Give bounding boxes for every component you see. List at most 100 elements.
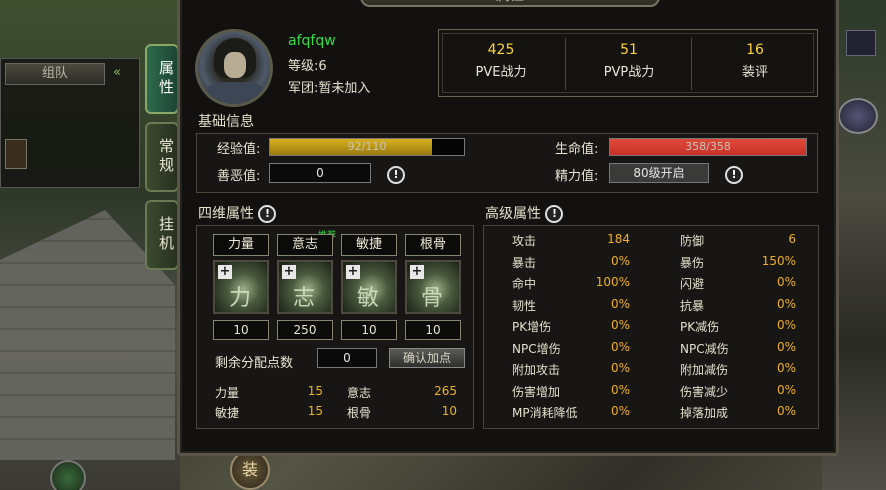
adv-stat-label: 伤害减少	[680, 384, 729, 399]
adv-stat-value: 0%	[610, 296, 630, 311]
avatar[interactable]	[195, 29, 273, 107]
hp-label: 生命值:	[555, 142, 599, 157]
adv-stat-value: 0%	[776, 296, 796, 311]
hp-bar: 358/358	[609, 138, 807, 156]
adv-stat-label: 闪避	[680, 277, 705, 291]
agility-glyph: 敏	[357, 286, 380, 311]
total-will-value: 265	[434, 384, 457, 398]
team-slot-icon[interactable]	[5, 139, 27, 169]
attr-header-strength: 力量	[213, 234, 269, 256]
will-icon[interactable]: + 志	[277, 260, 333, 314]
total-constitution-label: 根骨	[347, 406, 372, 420]
tab-autobattle[interactable]: 挂机	[145, 200, 179, 270]
adv-stat-value: 0%	[776, 318, 796, 332]
total-constitution-value: 10	[441, 404, 457, 418]
remaining-points-input[interactable]: 0	[317, 348, 377, 368]
player-guild: 军团:暂未加入	[288, 81, 371, 96]
info-icon-glyph: !	[725, 165, 743, 184]
adv-stat-label: PK增伤	[512, 320, 552, 334]
adv-stat-label: 攻击	[512, 234, 537, 248]
agility-icon[interactable]: + 敏	[341, 260, 397, 314]
team-panel: 组队 «	[0, 58, 140, 188]
info-icon-glyph: !	[387, 165, 405, 184]
constitution-icon[interactable]: + 骨	[405, 260, 461, 314]
total-will-label: 意志	[347, 386, 372, 400]
total-agility-value: 15	[307, 404, 323, 418]
pvp-power-value: 51	[620, 42, 638, 58]
adv-stat-value: 100%	[595, 275, 630, 289]
pve-power: 425 PVE战力	[439, 42, 563, 80]
exp-label: 经验值:	[217, 142, 261, 157]
adv-stat-value: 0%	[610, 339, 630, 354]
four-attrs-box: 推荐 力量 意志 敏捷 根骨 + 力 + 志 + 敏 + 骨 10 250	[196, 225, 474, 429]
add-point-icon[interactable]: +	[282, 265, 296, 279]
adv-stat-value: 0%	[610, 382, 630, 397]
adv-stat-value: 184	[607, 232, 630, 246]
strength-value: 10	[213, 320, 269, 340]
total-strength-value: 15	[307, 384, 323, 398]
adv-stat-value: 0%	[776, 382, 796, 397]
advanced-attrs-title: 高级属性 !	[485, 203, 564, 223]
advanced-attrs-title-text: 高级属性	[485, 206, 541, 222]
exp-bar: 92/110	[269, 138, 465, 156]
adv-stat-label: 抗暴	[680, 298, 705, 313]
avatar-body	[206, 82, 264, 104]
power-summary: 425 PVE战力 51 PVP战力 16 装评	[438, 29, 818, 97]
exp-bar-text: 92/110	[347, 140, 387, 153]
pve-power-value: 425	[487, 42, 515, 58]
avatar-face	[224, 52, 246, 78]
right-hud-button[interactable]	[838, 98, 878, 134]
player-header: afqfqw 等级:6 军团:暂未加入 425 PVE战力 51 PVP战力 1…	[180, 3, 836, 107]
add-point-icon[interactable]: +	[346, 265, 360, 279]
adv-stat-label: 命中	[512, 277, 537, 291]
adv-stat-value: 150%	[761, 253, 796, 268]
add-point-icon[interactable]: +	[410, 265, 424, 279]
minimap-orb-icon[interactable]	[50, 460, 86, 490]
player-name: afqfqw	[288, 33, 336, 49]
adv-stat-label: 暴伤	[680, 255, 705, 270]
constitution-value: 10	[405, 320, 461, 340]
energy-value: 80级开启	[609, 163, 709, 183]
four-attrs-info-icon[interactable]: !	[258, 205, 277, 223]
basic-info-title: 基础信息	[198, 114, 254, 130]
right-hud-icon[interactable]	[846, 30, 876, 56]
adv-stat-label: 掉落加成	[680, 406, 729, 420]
remaining-points-label: 剩余分配点数	[215, 356, 294, 371]
divider	[565, 38, 566, 90]
adv-stat-value: 0%	[610, 404, 630, 418]
adv-stat-value: 0%	[776, 275, 796, 289]
confirm-points-button[interactable]: 确认加点	[389, 348, 465, 368]
four-attrs-title-text: 四维属性	[198, 206, 254, 222]
adv-stat-value: 0%	[610, 318, 630, 332]
collapse-arrow-icon[interactable]: «	[113, 65, 121, 80]
pvp-power: 51 PVP战力	[567, 42, 691, 80]
constitution-glyph: 骨	[421, 286, 444, 311]
adv-stat-label: 暴击	[512, 255, 537, 270]
add-point-icon[interactable]: +	[218, 265, 232, 279]
team-tab[interactable]: 组队	[5, 63, 105, 85]
adv-stat-value: 6	[788, 232, 796, 246]
adv-stat-label: 韧性	[512, 298, 537, 313]
gear-score-value: 16	[746, 42, 764, 58]
tab-attributes[interactable]: 属性	[145, 44, 179, 114]
hp-bar-text: 358/358	[685, 140, 731, 153]
tab-general[interactable]: 常规	[145, 122, 179, 192]
adv-stat-label: 伤害增加	[512, 384, 561, 399]
divider	[691, 38, 692, 90]
agility-value: 10	[341, 320, 397, 340]
total-strength-label: 力量	[215, 386, 240, 400]
attr-header-agility: 敏捷	[341, 234, 397, 256]
good-evil-info-icon[interactable]: !	[387, 164, 405, 184]
gear-score: 16 装评	[693, 42, 817, 80]
adv-stat-value: 0%	[610, 361, 630, 375]
adv-stat-label: 附加攻击	[512, 363, 561, 377]
strength-icon[interactable]: + 力	[213, 260, 269, 314]
four-attrs-title: 四维属性 !	[198, 203, 277, 223]
advanced-attrs-info-icon[interactable]: !	[545, 205, 564, 223]
attributes-panel: 属性 afqfqw 等级:6 军团:暂未加入 425 PVE战力 51 PVP战…	[177, 0, 839, 456]
energy-label: 精力值:	[555, 169, 599, 184]
total-agility-label: 敏捷	[215, 406, 240, 420]
equipment-button[interactable]: 装	[230, 450, 270, 490]
will-glyph: 志	[293, 286, 316, 311]
energy-info-icon[interactable]: !	[725, 164, 743, 184]
